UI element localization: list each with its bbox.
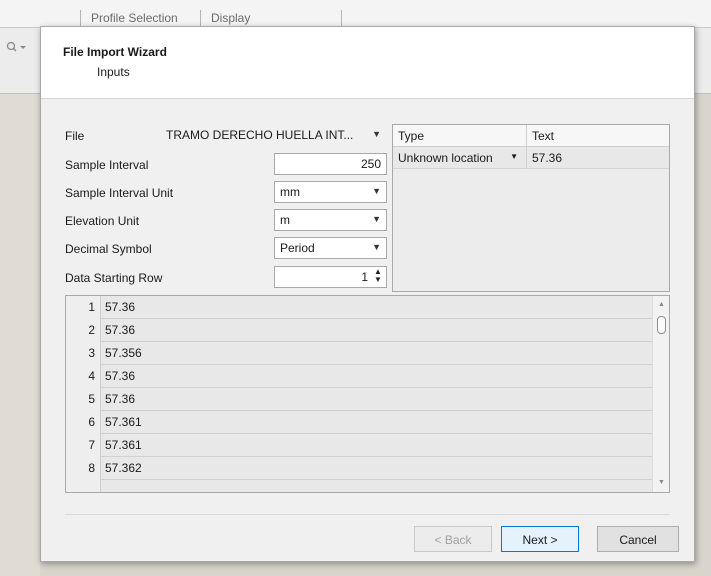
elevation-unit-label: Elevation Unit — [65, 214, 140, 228]
type-cell-value: Unknown location — [398, 151, 493, 165]
sample-interval-label: Sample Interval — [65, 158, 149, 172]
next-button[interactable]: Next > — [501, 526, 579, 552]
elevation-unit-value: m — [280, 213, 290, 227]
column-header-type[interactable]: Type — [393, 125, 527, 147]
list-item[interactable]: 7 57.361 — [66, 434, 652, 457]
list-item[interactable]: 1 57.36 — [66, 296, 652, 319]
sample-interval-unit-select[interactable]: mm ▼ — [274, 181, 387, 203]
list-item[interactable]: 2 57.36 — [66, 319, 652, 342]
chevron-down-icon: ▼ — [372, 129, 381, 139]
row-value: 57.36 — [105, 392, 136, 406]
chevron-down-icon: ▼ — [372, 242, 381, 252]
grid-header: Type Text — [393, 125, 669, 147]
data-starting-row-value: 1 — [361, 270, 368, 284]
chevron-down-icon: ▼ — [372, 214, 381, 224]
app-right-toolbar — [695, 28, 711, 94]
row-value: 57.36 — [105, 323, 136, 337]
data-starting-row-stepper[interactable]: 1 ▲ ▼ — [274, 266, 387, 288]
magnifier-dropdown-icon[interactable] — [5, 40, 33, 56]
scroll-thumb[interactable] — [657, 316, 666, 334]
row-number: 4 — [66, 365, 101, 388]
chevron-down-icon: ▼ — [510, 152, 518, 161]
sample-interval-input[interactable]: 250 — [274, 153, 387, 175]
row-value: 57.36 — [105, 369, 136, 383]
row-number: 5 — [66, 388, 101, 411]
type-text-grid: Type Text Unknown location ▼ 57.36 — [392, 124, 670, 292]
file-dropdown[interactable]: TRAMO DERECHO HUELLA INT... ▼ — [161, 124, 387, 146]
button-separator — [65, 514, 670, 515]
data-preview-list: 1 57.36 2 57.36 3 57.356 4 57.36 5 57.36… — [65, 295, 670, 493]
decimal-symbol-select[interactable]: Period ▼ — [274, 237, 387, 259]
scroll-down-icon[interactable]: ▼ — [653, 476, 669, 490]
decimal-symbol-label: Decimal Symbol — [65, 242, 152, 256]
sample-interval-unit-value: mm — [280, 185, 300, 199]
text-cell: 57.36 — [532, 151, 563, 165]
decimal-symbol-value: Period — [280, 241, 315, 255]
row-value: 57.36 — [105, 300, 136, 314]
file-dropdown-value: TRAMO DERECHO HUELLA INT... — [166, 128, 354, 142]
spin-arrows-icon[interactable]: ▲ ▼ — [372, 268, 384, 286]
row-value: 57.361 — [105, 438, 142, 452]
back-button[interactable]: < Back — [414, 526, 492, 552]
dialog-subtitle: Inputs — [97, 65, 130, 79]
row-value: 57.362 — [105, 461, 142, 475]
row-number: 8 — [66, 457, 101, 480]
app-toolbar: Profile Selection Display — [0, 0, 711, 28]
data-starting-row-label: Data Starting Row — [65, 271, 163, 285]
dialog-header: File Import Wizard Inputs — [41, 27, 694, 99]
chevron-down-icon: ▼ — [372, 186, 381, 196]
row-number — [66, 480, 101, 492]
sample-interval-unit-label: Sample Interval Unit — [65, 186, 174, 200]
app-left-toolbar — [0, 28, 40, 94]
row-number: 7 — [66, 434, 101, 457]
app-left-panel — [0, 28, 40, 576]
row-number: 2 — [66, 319, 101, 342]
vertical-scrollbar[interactable]: ▲ ▼ — [652, 296, 669, 492]
row-number: 6 — [66, 411, 101, 434]
list-item-partial[interactable] — [66, 480, 652, 492]
row-value: 57.356 — [105, 346, 142, 360]
list-item[interactable]: 3 57.356 — [66, 342, 652, 365]
file-import-wizard-dialog: File Import Wizard Inputs File TRAMO DER… — [40, 26, 695, 562]
cancel-button[interactable]: Cancel — [597, 526, 679, 552]
list-item[interactable]: 4 57.36 — [66, 365, 652, 388]
dialog-title: File Import Wizard — [63, 45, 167, 59]
row-number: 3 — [66, 342, 101, 365]
grid-row[interactable]: Unknown location ▼ 57.36 — [393, 147, 669, 169]
elevation-unit-select[interactable]: m ▼ — [274, 209, 387, 231]
list-item[interactable]: 5 57.36 — [66, 388, 652, 411]
list-item[interactable]: 8 57.362 — [66, 457, 652, 480]
list-item[interactable]: 6 57.361 — [66, 411, 652, 434]
column-header-text[interactable]: Text — [527, 125, 669, 147]
scroll-up-icon[interactable]: ▲ — [653, 298, 669, 312]
row-value: 57.361 — [105, 415, 142, 429]
row-number: 1 — [66, 296, 101, 319]
type-cell-dropdown[interactable]: Unknown location ▼ — [393, 147, 527, 169]
file-label: File — [65, 129, 85, 143]
